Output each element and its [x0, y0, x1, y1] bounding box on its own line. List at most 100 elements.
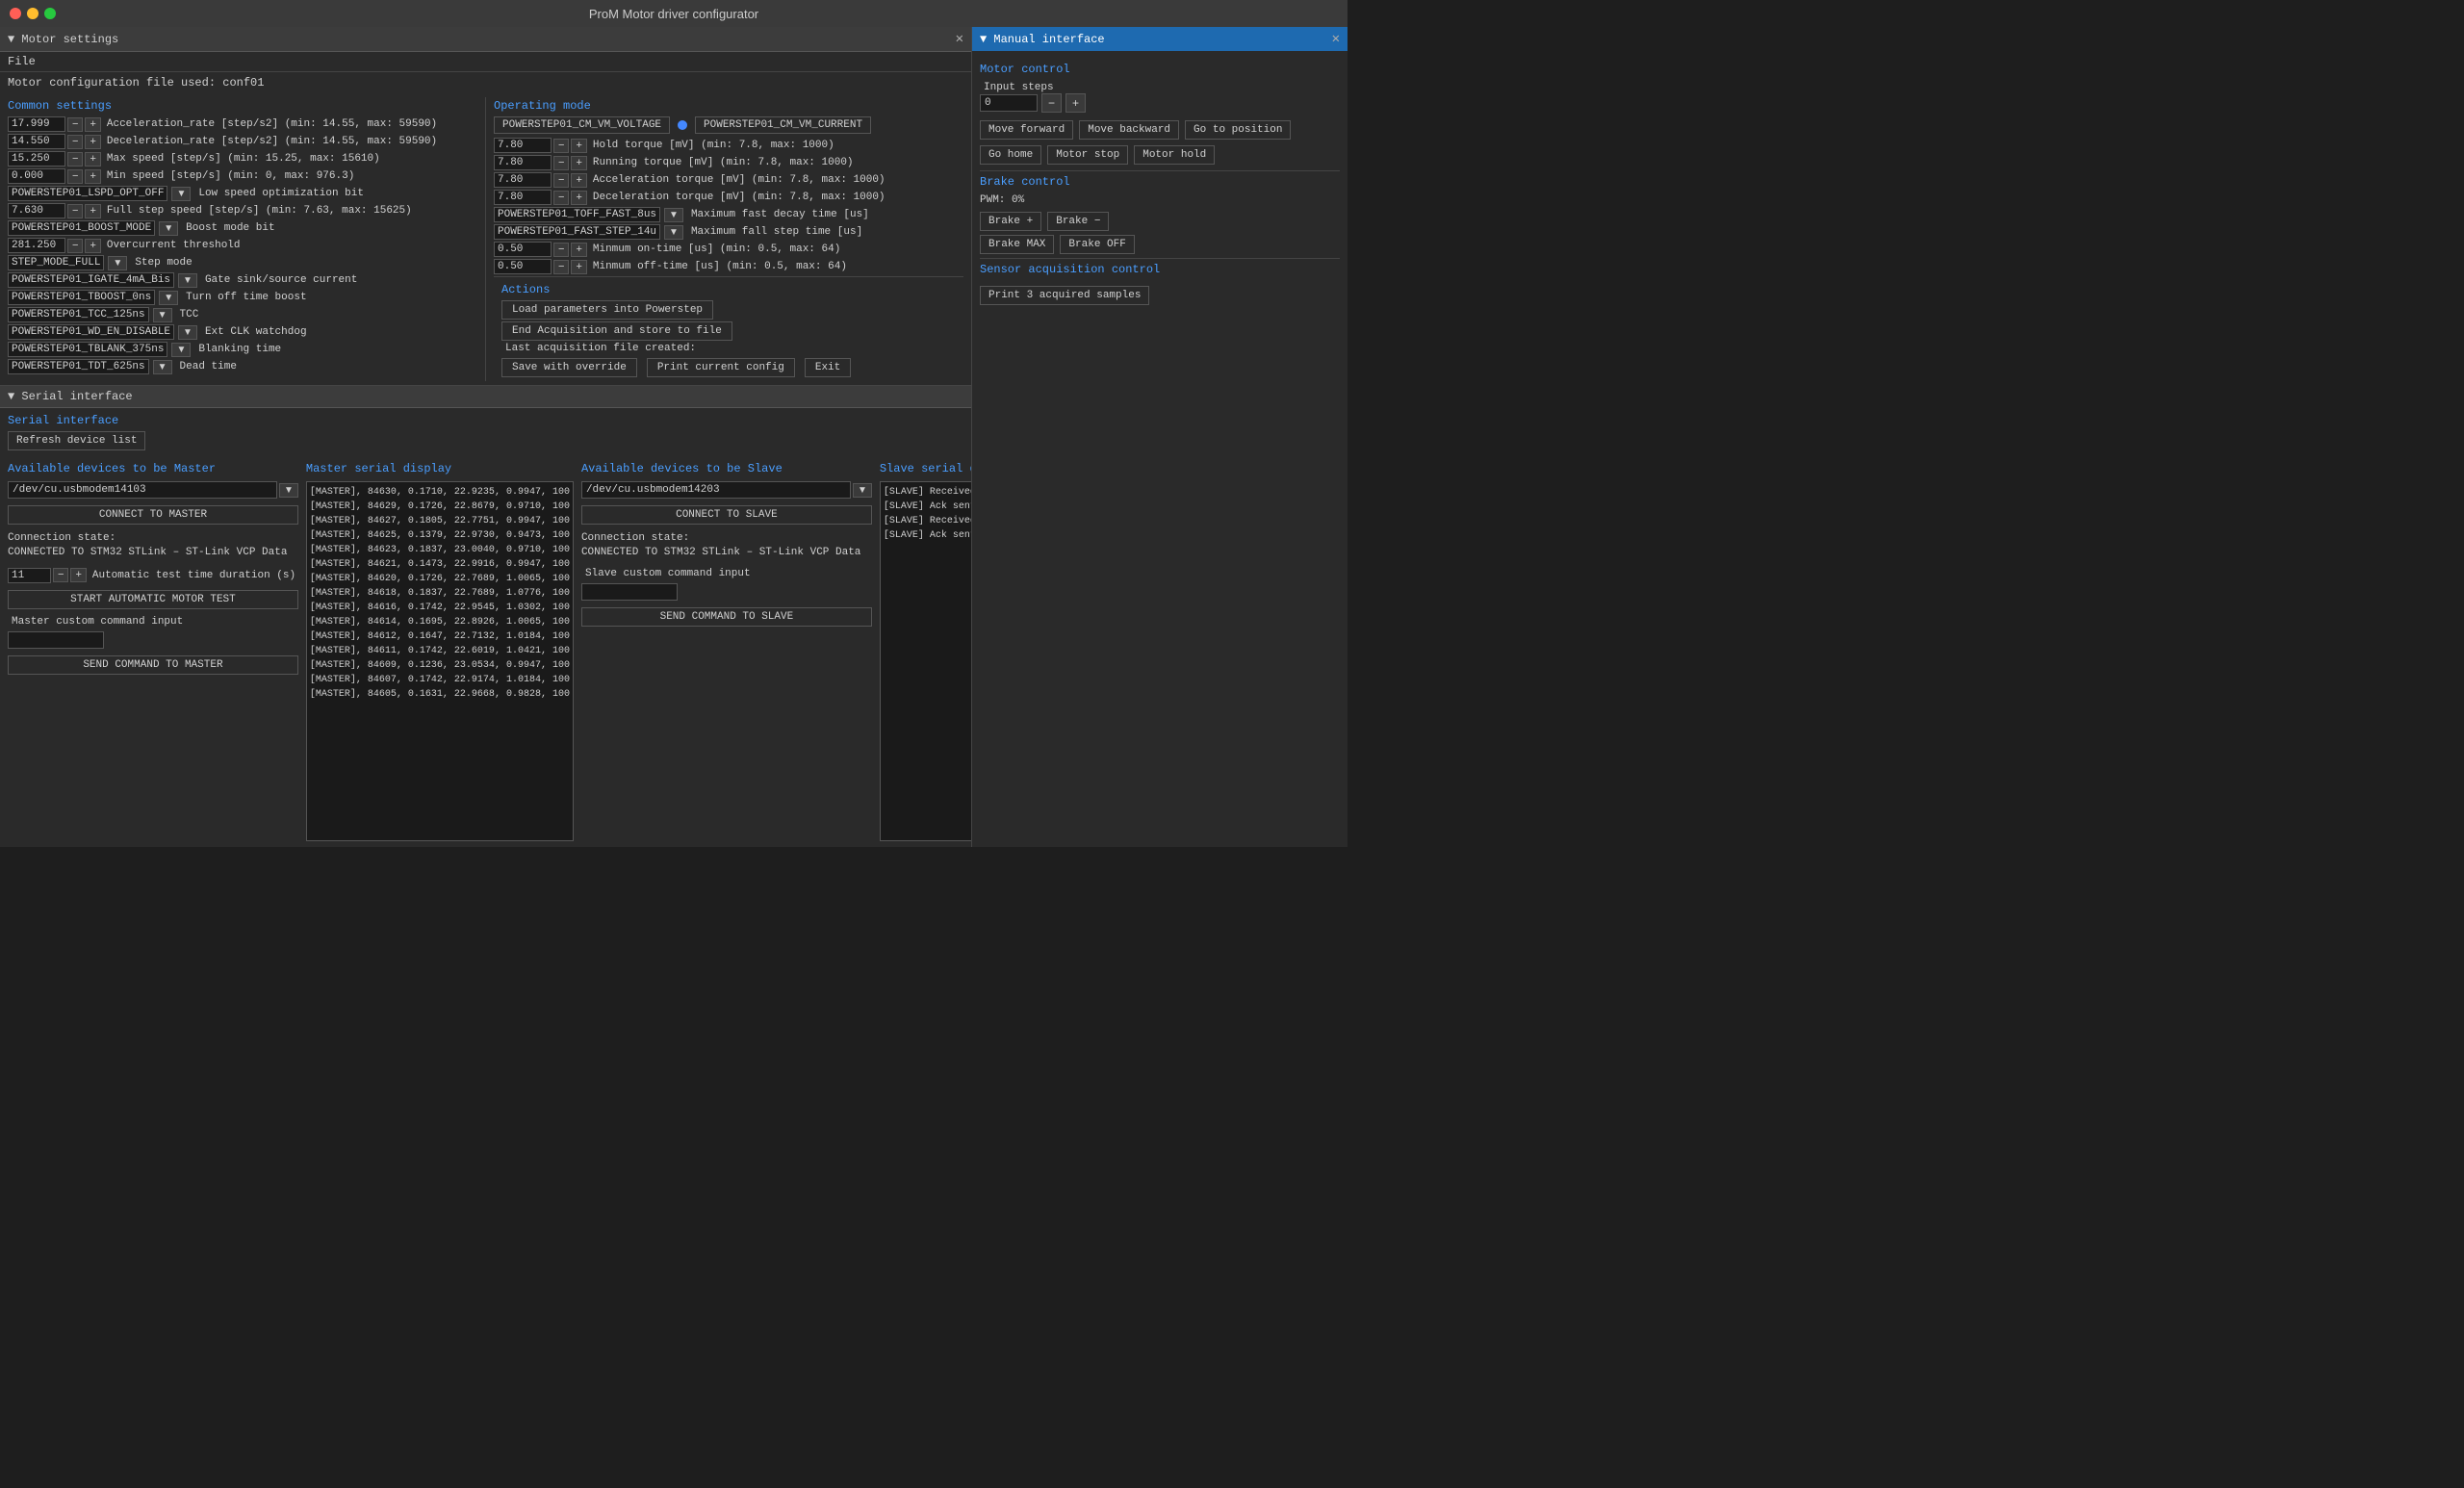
motor-stop-btn[interactable]: Motor stop [1047, 145, 1128, 165]
minspeed-plus-btn[interactable]: + [85, 169, 100, 184]
slave-custom-input[interactable] [581, 583, 678, 601]
refresh-device-btn[interactable]: Refresh device list [8, 431, 145, 450]
hold-torque-plus[interactable]: + [571, 139, 586, 153]
close-button[interactable] [10, 8, 21, 19]
full-step-input[interactable] [8, 203, 65, 218]
window-controls[interactable] [10, 8, 56, 19]
running-torque-minus[interactable]: − [553, 156, 569, 170]
tdt-dropdown-btn[interactable]: ▼ [153, 360, 172, 374]
overcurrent-input[interactable] [8, 238, 65, 253]
end-acquisition-btn[interactable]: End Acquisition and store to file [501, 321, 732, 341]
send-master-btn[interactable]: SEND COMMAND TO MASTER [8, 655, 298, 675]
print-config-btn[interactable]: Print current config [647, 358, 795, 377]
manual-interface-title: ▼ Manual interface [980, 33, 1105, 46]
min-offtime-input[interactable] [494, 259, 552, 274]
boost-dropdown-btn[interactable]: ▼ [159, 221, 178, 236]
param-row-maxspeed: − + Max speed [step/s] (min: 15.25, max:… [8, 151, 477, 167]
master-device-dropdown-btn[interactable]: ▼ [279, 483, 298, 498]
mode-current-btn[interactable]: POWERSTEP01_CM_VM_CURRENT [695, 116, 871, 134]
wd-dropdown-btn[interactable]: ▼ [178, 325, 197, 340]
accel-rate-input[interactable] [8, 116, 65, 132]
steps-value-input[interactable] [980, 94, 1038, 112]
stepmode-dropdown-btn[interactable]: ▼ [108, 256, 127, 270]
auto-test-minus[interactable]: − [53, 568, 68, 582]
overcurrent-minus-btn[interactable]: − [67, 239, 83, 253]
master-custom-label: Master custom command input [12, 616, 298, 628]
hold-torque-input[interactable] [494, 138, 552, 153]
tblank-dropdown-btn[interactable]: ▼ [171, 343, 191, 357]
min-ontime-minus[interactable]: − [553, 243, 569, 257]
move-forward-btn[interactable]: Move forward [980, 120, 1073, 140]
mode-voltage-btn[interactable]: POWERSTEP01_CM_VM_VOLTAGE [494, 116, 670, 134]
accel-torque-plus[interactable]: + [571, 173, 586, 188]
maxspeed-minus-btn[interactable]: − [67, 152, 83, 167]
tcc-label: TCC [180, 309, 199, 321]
go-home-btn[interactable]: Go home [980, 145, 1041, 165]
fullstep-minus-btn[interactable]: − [67, 204, 83, 218]
file-menu-item[interactable]: File [8, 55, 36, 68]
motor-settings-header: ▼ Motor settings ✕ [0, 27, 971, 52]
load-parameters-btn[interactable]: Load parameters into Powerstep [501, 300, 713, 320]
connect-slave-btn[interactable]: CONNECT TO SLAVE [581, 505, 872, 525]
auto-test-input[interactable] [8, 568, 51, 583]
master-custom-input[interactable] [8, 631, 104, 649]
connect-master-btn[interactable]: CONNECT TO MASTER [8, 505, 298, 525]
exit-btn[interactable]: Exit [805, 358, 851, 377]
hold-torque-label: Hold torque [mV] (min: 7.8, max: 1000) [593, 140, 834, 151]
min-speed-input[interactable] [8, 168, 65, 184]
motor-hold-btn[interactable]: Motor hold [1134, 145, 1215, 165]
accel-minus-btn[interactable]: − [67, 117, 83, 132]
decel-torque-minus[interactable]: − [553, 191, 569, 205]
min-offtime-plus[interactable]: + [571, 260, 586, 274]
tboost-dropdown-btn[interactable]: ▼ [159, 291, 178, 305]
min-ontime-plus[interactable]: + [571, 243, 586, 257]
decel-rate-input[interactable] [8, 134, 65, 149]
accel-plus-btn[interactable]: + [85, 117, 100, 132]
maxspeed-plus-btn[interactable]: + [85, 152, 100, 167]
toff-fast-dropdown-btn[interactable]: ▼ [664, 208, 683, 222]
igate-dropdown-btn[interactable]: ▼ [178, 273, 197, 288]
brake-max-btn[interactable]: Brake MAX [980, 235, 1054, 254]
decel-minus-btn[interactable]: − [67, 135, 83, 149]
motor-settings-close[interactable]: ✕ [956, 31, 963, 47]
brake-minus-btn[interactable]: Brake − [1047, 212, 1109, 231]
min-offtime-minus[interactable]: − [553, 260, 569, 274]
lspd-dropdown-btn[interactable]: ▼ [171, 187, 191, 201]
decel-torque-input[interactable] [494, 190, 552, 205]
hold-torque-minus[interactable]: − [553, 139, 569, 153]
running-torque-input[interactable] [494, 155, 552, 170]
motor-btns-row1: Move forward Move backward Go to positio… [980, 120, 1340, 140]
fast-step-dropdown-btn[interactable]: ▼ [664, 225, 683, 240]
decel-torque-plus[interactable]: + [571, 191, 586, 205]
go-to-position-btn[interactable]: Go to position [1185, 120, 1291, 140]
max-speed-input[interactable] [8, 151, 65, 167]
accel-torque-minus[interactable]: − [553, 173, 569, 188]
steps-minus-btn[interactable]: − [1041, 93, 1062, 113]
fullstep-plus-btn[interactable]: + [85, 204, 100, 218]
send-slave-btn[interactable]: SEND COMMAND TO SLAVE [581, 607, 872, 627]
minspeed-minus-btn[interactable]: − [67, 169, 83, 184]
slave-devices-label: Available devices to be Slave [581, 462, 872, 475]
min-ontime-input[interactable] [494, 242, 552, 257]
param-row-overcurrent: − + Overcurrent threshold [8, 238, 477, 253]
accel-torque-input[interactable] [494, 172, 552, 188]
slave-device-input[interactable] [581, 481, 851, 499]
minimize-button[interactable] [27, 8, 38, 19]
move-backward-btn[interactable]: Move backward [1079, 120, 1179, 140]
running-torque-plus[interactable]: + [571, 156, 586, 170]
file-menu[interactable]: File [0, 52, 971, 72]
master-device-input[interactable] [8, 481, 277, 499]
brake-off-btn[interactable]: Brake OFF [1060, 235, 1134, 254]
tcc-dropdown-btn[interactable]: ▼ [153, 308, 172, 322]
auto-test-plus[interactable]: + [70, 568, 86, 582]
manual-interface-close[interactable]: ✕ [1332, 31, 1340, 47]
save-btn[interactable]: Save with override [501, 358, 637, 377]
maximize-button[interactable] [44, 8, 56, 19]
start-auto-test-btn[interactable]: START AUTOMATIC MOTOR TEST [8, 590, 298, 609]
overcurrent-plus-btn[interactable]: + [85, 239, 100, 253]
decel-plus-btn[interactable]: + [85, 135, 100, 149]
steps-plus-btn[interactable]: + [1065, 93, 1086, 113]
brake-plus-btn[interactable]: Brake + [980, 212, 1041, 231]
slave-device-dropdown-btn[interactable]: ▼ [853, 483, 872, 498]
print-samples-btn[interactable]: Print 3 acquired samples [980, 286, 1149, 305]
